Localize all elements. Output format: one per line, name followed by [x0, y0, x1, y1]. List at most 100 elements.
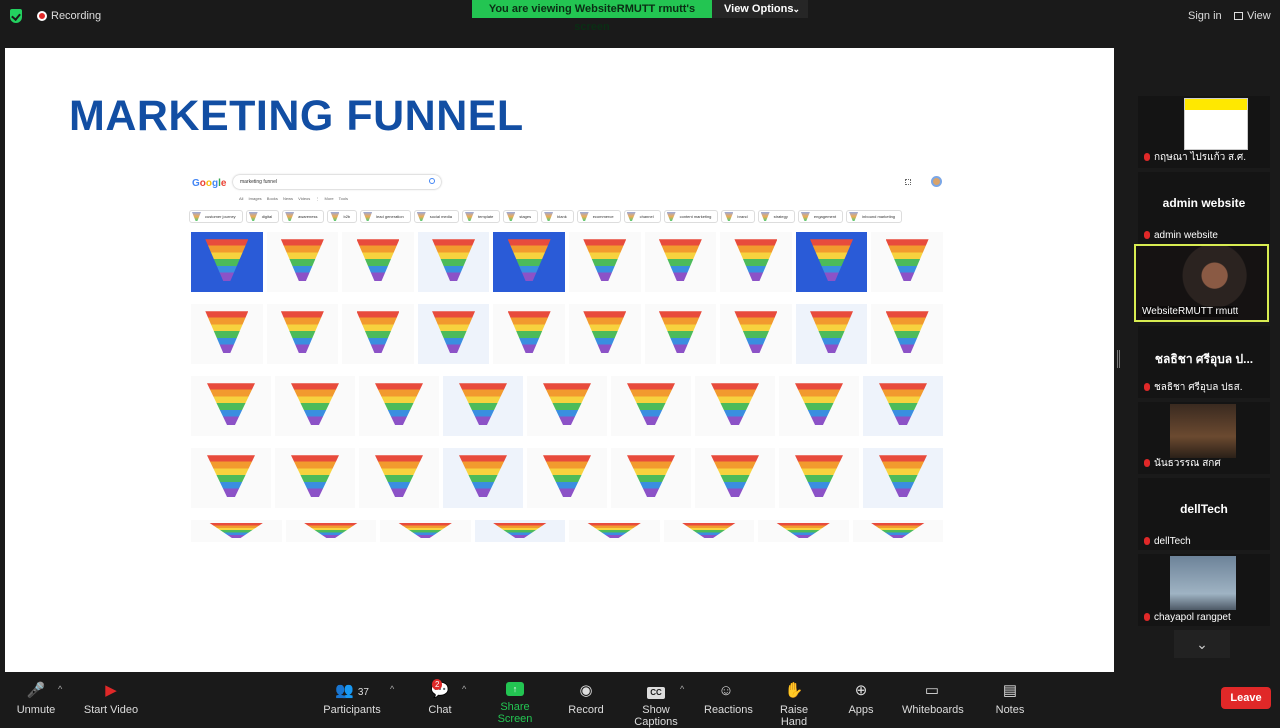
participants-count: 37 [357, 687, 369, 698]
funnel-graphic [681, 522, 736, 539]
participants-options-caret[interactable]: ^ [390, 684, 394, 694]
image-result: The Marketing Funnel: What It I... [417, 232, 490, 292]
viewing-banner: You are viewing WebsiteRMUTT rmutt's scr… [472, 0, 712, 33]
search-chip-label: customer journey [205, 214, 236, 219]
participant-name: chayapol rangpet [1154, 612, 1231, 623]
participant-display-name: dellTech [1180, 502, 1228, 516]
search-chip: social media [413, 210, 459, 223]
funnel-graphic [507, 311, 551, 354]
participant-name: admin website [1154, 230, 1218, 241]
funnel-graphic [734, 311, 778, 354]
apps-button[interactable]: ⊕ Apps [846, 682, 876, 716]
participant-name: นันธวรรณ สกศ [1154, 458, 1221, 469]
image-row-partial [191, 520, 943, 542]
funnel-graphic [627, 383, 675, 426]
image-result [852, 520, 943, 542]
raise-hand-button[interactable]: ✋ Raise Hand [768, 682, 820, 728]
search-chip-label: content marketing [679, 214, 712, 219]
security-shield-icon[interactable] [10, 9, 22, 23]
participant-name: WebsiteRMUTT rmutt [1142, 306, 1239, 317]
search-chip: template [461, 210, 501, 223]
funnel-graphic [356, 239, 400, 282]
image-result: What Is a Marketing Funnel? Learn... [795, 304, 868, 364]
raise-hand-label: Raise Hand [779, 704, 809, 728]
search-chip-label: brand [737, 214, 748, 219]
avatar [931, 176, 942, 187]
search-chip: awareness [282, 210, 325, 223]
funnel-graphic [375, 455, 423, 498]
google-tabs: All Images Books News Videos ⋮ More Tool… [239, 196, 348, 201]
participant-name: ชลธิชา ศรีอุบล ปธส. [1154, 382, 1243, 393]
reactions-button[interactable]: ☺ Reactions [704, 682, 753, 716]
funnel-thumbnail-icon [760, 212, 770, 221]
funnel-graphic [209, 522, 264, 539]
panel-divider-handle[interactable] [1117, 350, 1120, 368]
participant-tile[interactable]: กฤษณา ไปรแก้ว ส.ศ. [1138, 96, 1270, 168]
start-video-button[interactable]: ▶ Start Video [82, 682, 140, 716]
participant-tile[interactable]: chayapol rangpet [1138, 554, 1270, 626]
record-button[interactable]: ◉ Record [566, 682, 606, 716]
google-logo: Google [192, 178, 227, 189]
funnel-thumbnail-icon [626, 212, 636, 221]
image-result: How the Marketing Funnel Works From Top.… [568, 232, 641, 292]
recording-label: Recording [51, 10, 102, 22]
participant-tile-active-speaker[interactable]: WebsiteRMUTT rmutt [1134, 244, 1269, 322]
image-result: The Digital Marketing Funnel Stages... [191, 304, 263, 364]
chat-options-caret[interactable]: ^ [462, 684, 466, 694]
funnel-thumbnail-icon [285, 212, 295, 221]
view-options-button[interactable]: View Options ⌄ [712, 0, 808, 18]
search-chip-label: blank [557, 214, 567, 219]
whiteboards-button[interactable]: ▭ Whiteboards [902, 682, 964, 716]
participant-video [1184, 98, 1248, 150]
participant-tile[interactable]: dellTech dellTech [1138, 478, 1270, 550]
chat-button[interactable]: 💬 2 Chat [420, 679, 460, 716]
notes-button[interactable]: ▤ Notes [994, 682, 1026, 716]
muted-mic-icon [1144, 153, 1150, 161]
funnel-graphic [587, 522, 642, 539]
muted-mic-icon [1144, 383, 1150, 391]
audio-options-caret[interactable]: ^ [58, 684, 62, 694]
search-chip-label: awareness [298, 214, 318, 219]
search-chip-label: digital [261, 214, 273, 219]
google-query: marketing funnel [240, 179, 277, 185]
raise-hand-icon: ✋ [784, 682, 804, 699]
image-row: The Marketing Funne...The Marketing Funn… [191, 232, 943, 302]
image-result: What is a Digital Marketing Funne... [779, 448, 859, 508]
unmute-button[interactable]: 🎤 Unmute [12, 682, 60, 716]
funnel-graphic [280, 311, 324, 354]
image-result [191, 520, 282, 542]
image-result: Sales Funnel: Turn Visitors into Buyers.… [611, 448, 691, 508]
funnel-graphic [205, 311, 249, 354]
leave-button[interactable]: Leave [1221, 687, 1271, 709]
search-chip: inbound marketing [846, 210, 903, 223]
funnel-graphic [627, 455, 675, 498]
view-button[interactable]: View [1234, 10, 1271, 22]
gallery-scroll-down-button[interactable]: ⌄ [1174, 630, 1230, 658]
participant-tile[interactable]: ชลธิชา ศรีอุบล ป... ชลธิชา ศรีอุบล ปธส. [1138, 326, 1270, 398]
funnel-graphic [543, 383, 591, 426]
share-screen-button[interactable]: ↑ Share Screen [484, 682, 546, 725]
notes-label: Notes [995, 704, 1025, 716]
funnel-thumbnail-icon [724, 212, 734, 221]
funnel-graphic [583, 311, 627, 354]
image-result: Stages of the New Digital Marketing Fu..… [527, 448, 607, 508]
funnel-graphic [291, 455, 339, 498]
participant-tile[interactable]: นันธวรรณ สกศ [1138, 402, 1270, 474]
captions-options-caret[interactable]: ^ [680, 684, 684, 694]
search-chip: brand [721, 210, 755, 223]
participants-button[interactable]: 👥 37 Participants [322, 682, 382, 716]
sign-in-link[interactable]: Sign in [1188, 10, 1222, 22]
funnel-thumbnail-icon [464, 212, 474, 221]
image-result: Marketing Funnel Metrics & Budget... [779, 376, 859, 436]
image-result [758, 520, 849, 542]
unmute-label: Unmute [16, 704, 56, 716]
search-chip-label: stages [519, 214, 532, 219]
google-images-screenshot: Google marketing funnel All Images Books… [185, 170, 945, 548]
recording-icon [37, 11, 47, 21]
funnel-thumbnail-icon [363, 212, 373, 221]
funnel-graphic [432, 311, 476, 354]
image-result: How a Marketing Funnel Works (With... [359, 448, 439, 508]
search-chip-label: inbound marketing [862, 214, 896, 219]
image-result: Content Formats for t... [863, 448, 943, 508]
participant-tile[interactable]: admin website admin website [1138, 172, 1270, 244]
